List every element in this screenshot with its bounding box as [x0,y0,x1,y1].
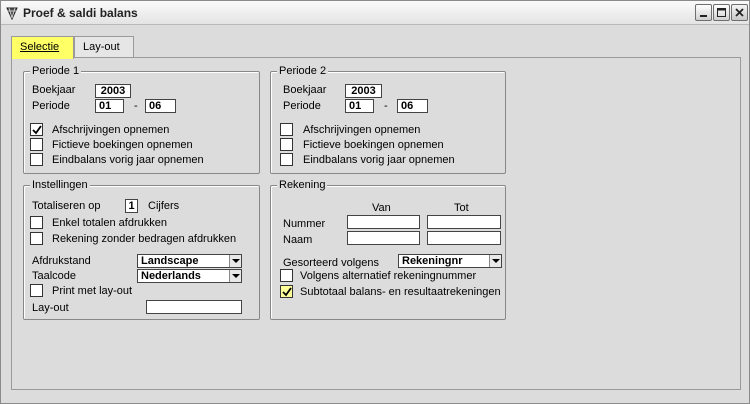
totaliseren-field[interactable]: 1 [125,199,138,213]
periode2-periode-from-field[interactable]: 01 [345,99,374,113]
nummer-label: Nummer [283,218,326,230]
periode2-periode-label: Periode [283,100,321,112]
instellingen-title: Instellingen [30,179,90,191]
close-button[interactable] [731,4,748,21]
periode2-boekjaar-field[interactable]: 2003 [345,84,382,98]
naam-van-field[interactable] [347,231,420,245]
nummer-van-field[interactable] [347,215,420,229]
periode1-fictieve-checkbox[interactable] [30,138,43,151]
taalcode-select[interactable]: Nederlands [137,269,242,283]
taalcode-label: Taalcode [32,270,77,282]
alternatief-rekeningnummer-label: Volgens alternatief rekeningnummer [300,270,477,282]
periode2-eindbalans-checkbox[interactable] [280,153,293,166]
tab-selectie-label: Selectie [20,41,60,53]
print-layout-label: Print met lay-out [52,285,133,297]
periode1-afschrijvingen-checkbox[interactable] [30,123,43,136]
periode1-periode-label: Periode [32,100,70,112]
periode1-periode-from-field[interactable]: 01 [95,99,124,113]
periode1-eindbalans-checkbox[interactable] [30,153,43,166]
periode1-separator: - [134,100,138,112]
periode2-group: Periode 2 Boekjaar 2003 Periode 01 - 06 … [270,65,506,174]
periode2-afschrijvingen-checkbox[interactable] [280,123,293,136]
periode1-afschrijvingen-label: Afschrijvingen opnemen [52,124,170,136]
chevron-down-icon[interactable] [489,255,501,267]
periode2-boekjaar-label: Boekjaar [283,84,327,96]
afdrukstand-value: Landscape [141,255,199,267]
app-window: Proef & saldi balans Selectie Lay-out Pe… [0,0,750,404]
periode1-boekjaar-field[interactable]: 2003 [95,84,131,98]
periode1-periode-to-field[interactable]: 06 [145,99,176,113]
instellingen-group: Instellingen Totaliseren op 1 Cijfers En… [23,179,260,320]
cijfers-label: Cijfers [148,200,180,212]
naam-tot-field[interactable] [427,231,501,245]
periode2-eindbalans-label: Eindbalans vorig jaar opnemen [303,154,455,166]
periode2-periode-to-field[interactable]: 06 [397,99,428,113]
periode2-fictieve-checkbox[interactable] [280,138,293,151]
chevron-down-icon[interactable] [229,255,241,267]
periode1-boekjaar-label: Boekjaar [32,84,76,96]
van-label: Van [372,202,391,214]
rekening-title: Rekening [277,179,328,191]
afdrukstand-label: Afdrukstand [32,255,91,267]
periode2-title: Periode 2 [277,65,329,77]
taalcode-value: Nederlands [141,270,201,282]
periode2-afschrijvingen-label: Afschrijvingen opnemen [303,124,421,136]
tot-label: Tot [454,202,469,214]
subtotaal-label: Subtotaal balans- en resultaatrekeningen [300,286,501,298]
minimize-button[interactable] [695,4,712,21]
periode1-eindbalans-label: Eindbalans vorig jaar opnemen [52,154,204,166]
tab-selectie[interactable]: Selectie [11,36,74,59]
window-title: Proef & saldi balans [23,6,138,20]
maximize-button[interactable] [713,4,730,21]
periode1-fictieve-label: Fictieve boekingen opnemen [52,139,193,151]
gesorteerd-value: Rekeningnr [402,255,463,267]
print-layout-checkbox[interactable] [30,284,43,297]
layout-label: Lay-out [32,302,69,314]
naam-label: Naam [283,234,313,246]
app-logo-icon [5,6,19,21]
title-bar[interactable]: Proef & saldi balans [1,1,749,25]
subtotaal-checkbox[interactable] [280,285,293,298]
gesorteerd-label: Gesorteerd volgens [283,257,379,269]
periode1-group: Periode 1 Boekjaar 2003 Periode 01 - 06 … [23,65,260,174]
periode1-title: Periode 1 [30,65,82,77]
tab-content-selectie: Periode 1 Boekjaar 2003 Periode 01 - 06 … [11,57,741,390]
periode2-fictieve-label: Fictieve boekingen opnemen [303,139,444,151]
enkel-totalen-label: Enkel totalen afdrukken [52,217,167,229]
chevron-down-icon[interactable] [229,270,241,282]
totaliseren-label: Totaliseren op [32,200,101,212]
rekening-zonder-label: Rekening zonder bedragen afdrukken [52,233,237,245]
tab-layout-label: Lay-out [83,41,120,53]
tab-layout[interactable]: Lay-out [74,36,134,58]
layout-field[interactable] [146,300,242,314]
rekening-zonder-checkbox[interactable] [30,232,43,245]
afdrukstand-select[interactable]: Landscape [137,254,242,268]
gesorteerd-select[interactable]: Rekeningnr [398,254,502,268]
alternatief-rekeningnummer-checkbox[interactable] [280,269,293,282]
rekening-group: Rekening Van Tot Nummer Naam Gesorteerd … [270,179,506,320]
periode2-separator: - [384,100,388,112]
nummer-tot-field[interactable] [427,215,501,229]
enkel-totalen-checkbox[interactable] [30,216,43,229]
